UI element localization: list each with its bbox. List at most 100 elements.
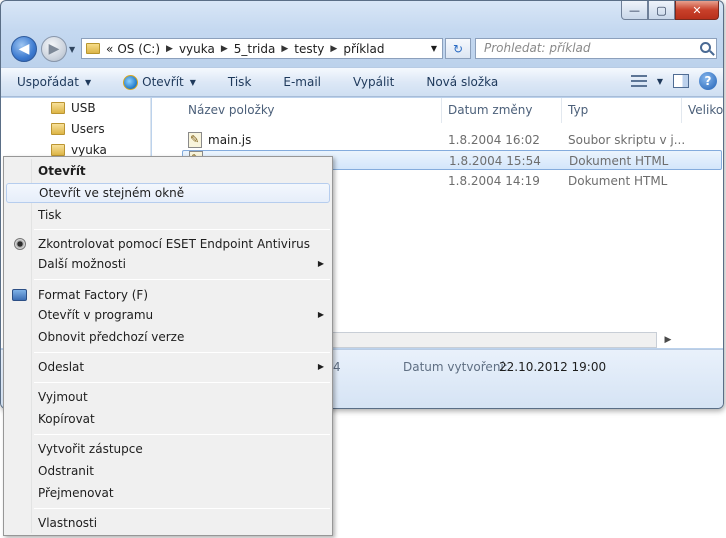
folder-icon [51, 102, 65, 114]
minimize-button[interactable]: — [621, 1, 648, 20]
help-icon[interactable]: ? [699, 72, 717, 90]
menu-item-open-with[interactable]: Otevřít v programu ▶ [6, 305, 330, 325]
column-header-type[interactable]: Typ [562, 98, 682, 123]
organize-label: Uspořádat [17, 75, 79, 89]
breadcrumb-5-trida[interactable]: 5_trida [232, 42, 278, 56]
open-label: Otevřít [142, 75, 184, 89]
email-button[interactable]: E-mail [267, 75, 337, 89]
menu-item-more-options[interactable]: Další možnosti ▶ [6, 254, 330, 274]
menu-separator [34, 508, 330, 509]
forward-button[interactable]: ▶ [41, 36, 67, 62]
menu-separator [34, 352, 330, 353]
file-type: Dokument HTML [569, 154, 669, 168]
breadcrumb-os-c[interactable]: OS (C:) [115, 42, 162, 56]
format-factory-icon [12, 289, 27, 301]
tree-item-users[interactable]: Users [51, 122, 105, 136]
chevron-down-icon: ▼ [84, 77, 92, 87]
breadcrumb-separator-icon[interactable]: ▶ [162, 44, 177, 54]
menu-item-open-same-window[interactable]: Otevřít ve stejném okně [6, 183, 330, 203]
menu-item-print[interactable]: Tisk [6, 205, 330, 225]
tree-item-label: vyuka [71, 143, 107, 157]
print-button[interactable]: Tisk [212, 75, 268, 89]
breadcrumb-separator-icon[interactable]: ▶ [326, 44, 341, 54]
chevron-down-icon: ▼ [189, 77, 196, 87]
menu-item-format-factory[interactable]: Format Factory (F) [6, 285, 330, 305]
file-type: Dokument HTML [568, 174, 668, 188]
file-date: 1.8.2004 16:02 [448, 133, 540, 147]
created-label: Datum vytvoření: [403, 360, 508, 374]
menu-item-label: Format Factory (F) [38, 288, 149, 302]
menu-item-properties[interactable]: Vlastnosti [6, 513, 330, 533]
menu-item-send-to[interactable]: Odeslat ▶ [6, 357, 330, 377]
submenu-arrow-icon: ▶ [317, 259, 324, 268]
menu-item-cut[interactable]: Vyjmout [6, 387, 330, 407]
file-name: main.js [208, 133, 252, 147]
internet-explorer-icon [123, 74, 139, 90]
scroll-right-icon[interactable]: ▶ [660, 332, 676, 348]
search-icon[interactable] [700, 42, 711, 53]
eset-icon [14, 238, 26, 250]
menu-item-label: Další možnosti [38, 257, 126, 271]
menu-separator [34, 434, 330, 435]
menu-item-restore-versions[interactable]: Obnovit předchozí verze [6, 327, 330, 347]
views-icon[interactable] [630, 75, 647, 87]
file-date: 1.8.2004 14:19 [448, 174, 540, 188]
menu-separator [34, 279, 330, 280]
open-button[interactable]: Otevřít ▼ [107, 74, 212, 90]
address-dropdown-icon[interactable]: ▼ [431, 44, 442, 53]
tree-item-label: USB [71, 101, 96, 115]
tree-item-vyuka[interactable]: vyuka [51, 143, 107, 157]
menu-item-label: Zkontrolovat pomocí ESET Endpoint Antivi… [38, 237, 311, 251]
recent-pages-dropdown[interactable]: ▼ [69, 45, 75, 54]
breadcrumb-vyuka[interactable]: vyuka [177, 42, 217, 56]
submenu-arrow-icon: ▶ [317, 310, 324, 319]
command-bar: Uspořádat ▼ Otevřít ▼ Tisk E-mail Vypáli… [1, 67, 723, 97]
tree-item-label: Users [71, 122, 105, 136]
search-placeholder: Prohledat: příklad [484, 41, 591, 55]
refresh-button[interactable]: ↻ [445, 38, 471, 59]
new-folder-button[interactable]: Nová složka [410, 75, 514, 89]
file-type: Soubor skriptu v j... [568, 133, 686, 147]
file-name-cell: main.js [188, 130, 251, 150]
folder-icon [51, 144, 65, 156]
created-value: 22.10.2012 19:00 [499, 360, 607, 374]
preview-pane-icon[interactable] [673, 74, 689, 88]
menu-item-open[interactable]: Otevřít [6, 161, 330, 181]
close-button[interactable]: ✕ [675, 1, 719, 20]
breadcrumb-priklad[interactable]: příklad [341, 42, 386, 56]
breadcrumb-separator-icon[interactable]: ▶ [217, 44, 232, 54]
context-menu: Otevřít Otevřít ve stejném okně Tisk Zko… [3, 156, 333, 536]
menu-item-delete[interactable]: Odstranit [6, 461, 330, 481]
submenu-arrow-icon: ▶ [317, 362, 324, 371]
menu-item-create-shortcut[interactable]: Vytvořit zástupce [6, 439, 330, 459]
breadcrumb-testy[interactable]: testy [292, 42, 326, 56]
menu-item-eset-scan[interactable]: Zkontrolovat pomocí ESET Endpoint Antivi… [6, 234, 330, 254]
column-header-date[interactable]: Datum změny [442, 98, 562, 123]
folder-icon [51, 123, 65, 135]
caption-buttons: — ▢ ✕ [621, 1, 719, 20]
menu-item-label: Odeslat [38, 360, 85, 374]
views-dropdown-icon[interactable]: ▼ [657, 77, 663, 86]
toolbar-right: ▼ ? [630, 72, 717, 90]
table-row[interactable]: main.js 1.8.2004 16:02 Soubor skriptu v … [182, 130, 722, 150]
address-bar[interactable]: « OS (C:) ▶ vyuka ▶ 5_trida ▶ testy ▶ př… [81, 38, 443, 59]
maximize-button[interactable]: ▢ [648, 1, 675, 20]
burn-button[interactable]: Vypálit [337, 75, 410, 89]
folder-icon [86, 43, 100, 54]
menu-item-label: Otevřít v programu [38, 308, 154, 322]
menu-separator [34, 229, 330, 230]
column-header-name[interactable]: Název položky [182, 98, 442, 123]
horizontal-scrollbar[interactable] [331, 332, 657, 348]
menu-separator [34, 382, 330, 383]
details-truncated-text: 4 [333, 360, 341, 374]
back-button[interactable]: ◀ [11, 36, 37, 62]
script-file-icon [188, 130, 202, 150]
tree-item-usb[interactable]: USB [51, 101, 96, 115]
menu-item-rename[interactable]: Přejmenovat [6, 483, 330, 503]
menu-item-copy[interactable]: Kopírovat [6, 409, 330, 429]
column-header-size[interactable]: Velikost [682, 98, 723, 123]
breadcrumb-separator-icon[interactable]: ▶ [277, 44, 292, 54]
search-input[interactable]: Prohledat: příklad [475, 38, 717, 59]
address-overflow[interactable]: « [104, 42, 115, 56]
organize-button[interactable]: Uspořádat ▼ [1, 75, 107, 89]
